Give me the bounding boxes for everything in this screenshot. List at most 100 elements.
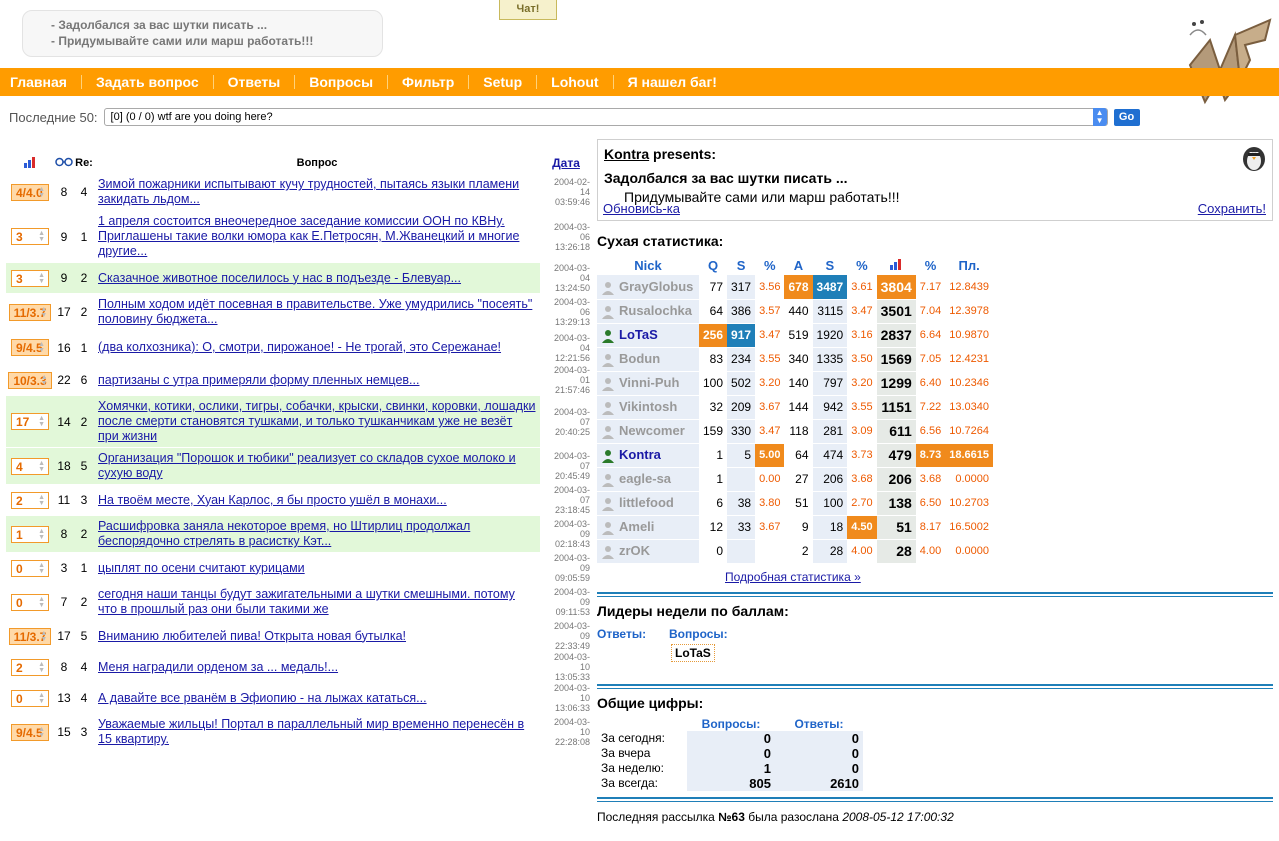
stats-s xyxy=(727,467,756,492)
rating-select[interactable]: 9/4.5 ▲ ▼ xyxy=(11,723,49,741)
rating-select[interactable]: 0 ▲ ▼ xyxy=(11,689,49,707)
stats-pct: 5.00 xyxy=(755,443,785,468)
stats-nick-cell[interactable]: zrOK xyxy=(597,539,699,564)
mailing-info: Последняя рассылка №63 была разослана 20… xyxy=(597,810,1273,824)
stats-pct2: 3.20 xyxy=(847,371,877,396)
question-link[interactable]: Меня наградили орденом за ... медаль!... xyxy=(98,660,338,674)
rating-select[interactable]: 9/4.5 ▲ ▼ xyxy=(11,339,49,356)
rating-select[interactable]: 3 ▲ ▼ xyxy=(11,228,49,245)
stats-pct: 3.67 xyxy=(755,395,785,420)
stats-nick: Vinni-Puh xyxy=(619,375,680,391)
refresh-link[interactable]: Обновись-ка xyxy=(603,201,680,216)
stats-nick-cell[interactable]: Ameli xyxy=(597,515,699,540)
time-part: 02:18:43 xyxy=(554,539,590,549)
stats-pct: 3.47 xyxy=(755,323,785,348)
nav-questions[interactable]: Вопросы xyxy=(295,75,389,89)
question-link[interactable]: Хомячки, котики, ослики, тигры, собачки,… xyxy=(98,399,535,443)
detailed-stats-link[interactable]: Подробная статистика » xyxy=(725,570,1273,584)
date-part: 2004-03- xyxy=(553,365,590,375)
table-row: 1 ▲ ▼ 8 2 Расшифровка заняла некоторое время,… xyxy=(6,515,592,553)
question-link[interactable]: Уважаемые жильцы! Портал в параллельный … xyxy=(98,717,524,746)
rating-cell: 4/4.0 ▲ ▼ xyxy=(6,174,54,211)
leaders-questions-winner[interactable]: LoTaS xyxy=(671,643,715,662)
question-link[interactable]: Сказачное животное поселилось у нас в по… xyxy=(98,271,461,285)
stats-nick-cell[interactable]: Kontra xyxy=(597,443,699,468)
question-cell: А давайте все рванём в Эфиопию - на лыжа… xyxy=(94,682,540,714)
stats-pct2: 3.47 xyxy=(847,299,877,324)
rating-select[interactable]: 4 ▲ ▼ xyxy=(11,457,49,475)
question-link[interactable]: сегодня наши танцы будут зажигательными … xyxy=(98,587,515,616)
select-arrows-icon: ▲ ▼ xyxy=(38,493,45,507)
stats-nick-cell[interactable]: littlefood xyxy=(597,491,699,516)
nav-answers[interactable]: Ответы xyxy=(214,75,296,89)
date-part: 01 xyxy=(579,375,590,385)
rating-select[interactable]: 4/4.0 ▲ ▼ xyxy=(11,183,49,201)
stats-nick-cell[interactable]: Vinni-Puh xyxy=(597,371,699,396)
rating-select[interactable]: 2 ▲ ▼ xyxy=(11,491,49,509)
stats-nick-cell[interactable]: LoTaS xyxy=(597,323,699,348)
question-link[interactable]: 1 апреля состоится внеочередное заседани… xyxy=(98,214,519,258)
select-arrows-icon: ▲ ▼ xyxy=(38,527,45,541)
select-arrows-icon: ▲ ▼ xyxy=(38,691,45,705)
stats-pct2: 2.70 xyxy=(847,491,877,516)
question-link[interactable]: Вниманию любителей пива! Открыта новая б… xyxy=(98,629,406,643)
nav-setup[interactable]: Setup xyxy=(469,75,538,89)
nav-ask[interactable]: Задать вопрос xyxy=(82,75,214,89)
mailing-number: №63 xyxy=(718,809,745,824)
rating-select[interactable]: 17 ▲ ▼ xyxy=(11,413,49,430)
date-part: 2004-03- xyxy=(553,485,590,495)
question-link[interactable]: На твоём месте, Хуан Карлос, я бы просто… xyxy=(98,493,447,507)
stats-nick-cell[interactable]: Bodun xyxy=(597,347,699,372)
question-select[interactable]: [0] (0 / 0) wtf are you doing here? ▲ ▼ xyxy=(103,108,1108,126)
date-sort-link[interactable]: Дата xyxy=(552,156,580,170)
nav-home[interactable]: Главная xyxy=(0,75,82,89)
rating-select[interactable]: 0 ▲ ▼ xyxy=(11,559,49,577)
rating-select[interactable]: 11/3.7 ▲ ▼ xyxy=(8,303,52,321)
stats-row: eagle-sa 1 0.00 27 206 3.68 206 3.68 0.0000 xyxy=(597,467,993,492)
stats-nick: Kontra xyxy=(619,447,661,463)
stats-pl: 18.6615 xyxy=(945,443,993,468)
header: - Задолбался за вас шутки писать ... - П… xyxy=(0,0,1279,105)
nav-filter[interactable]: Фильтр xyxy=(388,75,470,89)
stats-score: 1569 xyxy=(876,347,916,372)
stats-pct2: 3.09 xyxy=(847,419,877,444)
rating-value: 4 xyxy=(16,459,23,474)
rating-select[interactable]: 2 ▲ ▼ xyxy=(11,658,49,676)
presents-box: Kontra presents: Задолбался за вас шутки… xyxy=(597,139,1273,221)
stats-q: 256 xyxy=(699,323,728,348)
question-link[interactable]: цыплят по осени считают курицами xyxy=(98,561,305,575)
date-header[interactable]: Дата xyxy=(540,152,592,174)
stats-nick-cell[interactable]: eagle-sa xyxy=(597,467,699,492)
question-link[interactable]: Полным ходом идёт посевная в правительст… xyxy=(98,297,532,326)
stats-score: 51 xyxy=(876,515,916,540)
stats-nick-cell[interactable]: Newcomer xyxy=(597,419,699,444)
stats-nick-cell[interactable]: Vikintosh xyxy=(597,395,699,420)
time-part: 23:18:45 xyxy=(554,505,590,515)
question-link[interactable]: Расшифровка заняла некоторое время, но Ш… xyxy=(98,519,470,548)
stats-pl: 16.5002 xyxy=(945,515,993,540)
rating-select[interactable]: 0 ▲ ▼ xyxy=(11,593,49,611)
views-count: 11 xyxy=(54,484,74,516)
presents-author-link[interactable]: Kontra xyxy=(604,146,649,162)
question-link[interactable]: А давайте все рванём в Эфиопию - на лыжа… xyxy=(98,691,427,705)
rating-select[interactable]: 11/3.7 ▲ ▼ xyxy=(8,627,52,645)
date-cell: 2004-03- 07 20:40:25 xyxy=(540,395,592,448)
nav-bug[interactable]: Я нашел баг! xyxy=(614,75,731,89)
stats-nick-cell[interactable]: Rusalochka xyxy=(597,299,699,324)
stats-nick-cell[interactable]: GrayGlobus xyxy=(597,275,699,300)
rating-select[interactable]: 1 ▲ ▼ xyxy=(11,525,49,543)
go-button[interactable]: Go xyxy=(1113,108,1140,126)
totals-answers: 0 xyxy=(775,730,863,746)
rating-select[interactable]: 3 ▲ ▼ xyxy=(11,269,49,287)
question-link[interactable]: Организация "Порошок и тюбики" реализует… xyxy=(98,451,516,480)
question-link[interactable]: Зимой пожарники испытывают кучу трудност… xyxy=(98,177,519,206)
chat-button[interactable]: Чат! xyxy=(499,0,557,20)
mailing-prefix: Последняя рассылка xyxy=(597,809,719,824)
save-link[interactable]: Сохранить! xyxy=(1198,201,1266,216)
rating-select[interactable]: 10/3.3 ▲ ▼ xyxy=(8,371,52,389)
nav-logout[interactable]: Lohout xyxy=(537,75,614,89)
stats-score: 206 xyxy=(876,467,916,492)
stats-nick: Ameli xyxy=(619,519,655,535)
question-link[interactable]: (два колхозника): О, смотри, пирожаное! … xyxy=(98,340,501,354)
question-link[interactable]: партизаны с утра примеряли форму пленных… xyxy=(98,373,419,387)
